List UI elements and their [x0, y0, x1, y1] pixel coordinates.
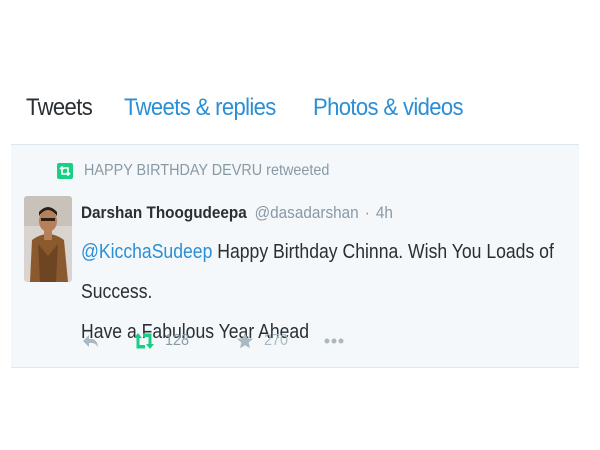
- retweet-icon: [57, 163, 73, 179]
- favorite-count: 270: [263, 332, 288, 349]
- tweet-text-line-1: @KicchaSudeep Happy Birthday Chinna. Wis…: [81, 232, 574, 312]
- retweet-context-text[interactable]: HAPPY BIRTHDAY DEVRU retweeted: [84, 162, 329, 180]
- more-button[interactable]: [324, 338, 344, 344]
- tab-photos-and-videos[interactable]: Photos & videos: [313, 94, 464, 122]
- reply-button[interactable]: [81, 333, 99, 349]
- star-icon: [236, 333, 253, 349]
- profile-tabs: Tweets Tweets & replies Photos & videos: [26, 92, 510, 124]
- more-icon: [324, 338, 344, 344]
- separator: ·: [364, 203, 370, 222]
- reply-icon: [83, 335, 98, 347]
- tweet[interactable]: HAPPY BIRTHDAY DEVRU retweeted Darshan T…: [11, 144, 579, 368]
- retweet-icon: [134, 333, 154, 349]
- tab-tweets[interactable]: Tweets: [26, 94, 93, 122]
- tab-tweets-and-replies[interactable]: Tweets & replies: [124, 94, 276, 122]
- retweet-button[interactable]: 128: [133, 332, 192, 350]
- avatar[interactable]: [24, 196, 72, 282]
- mention-link[interactable]: @KicchaSudeep: [81, 241, 212, 263]
- tweet-timestamp[interactable]: 4h: [376, 203, 393, 222]
- tweet-actions: 128 270: [81, 330, 366, 352]
- favorite-button[interactable]: 270: [236, 332, 291, 350]
- author-username[interactable]: @dasadarshan: [255, 203, 359, 222]
- author-fullname[interactable]: Darshan Thoogudeepa: [81, 203, 247, 222]
- retweet-context: HAPPY BIRTHDAY DEVRU retweeted: [57, 162, 357, 180]
- tweet-header: Darshan Thoogudeepa @dasadarshan · 4h: [81, 203, 393, 223]
- retweet-count: 128: [165, 332, 190, 349]
